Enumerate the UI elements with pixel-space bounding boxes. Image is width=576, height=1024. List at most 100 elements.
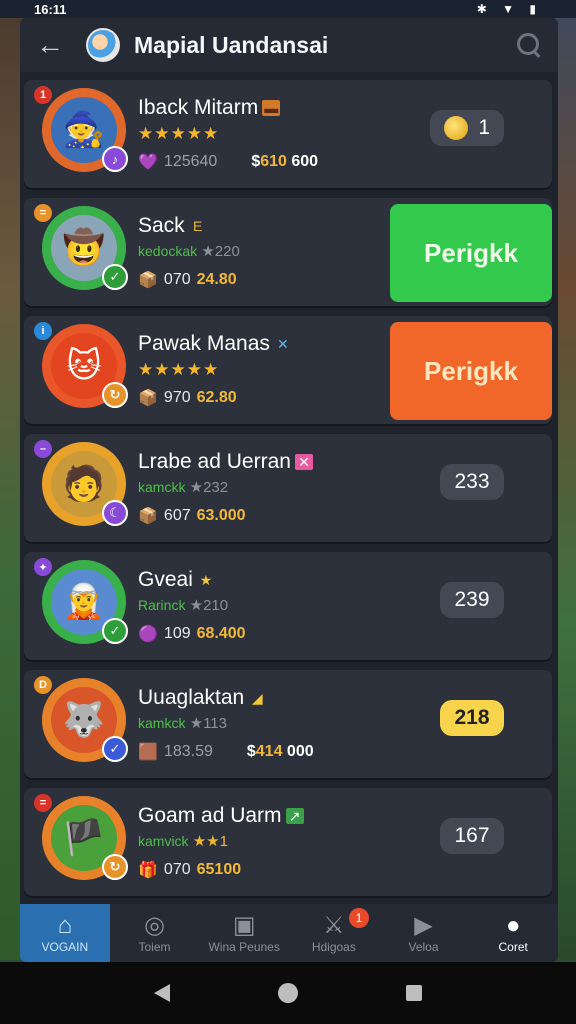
score-pill[interactable]: 218	[440, 700, 504, 736]
player-name: Sack E	[138, 214, 207, 238]
status-icons: ✱ ▼ ▮	[476, 2, 542, 16]
check-badge-icon: ✓	[102, 618, 128, 644]
coin-count-pill[interactable]: 1	[430, 110, 504, 146]
class-badge-icon: ♪	[102, 146, 128, 172]
system-nav-bar	[0, 962, 576, 1024]
score-pill[interactable]: 239	[440, 582, 504, 618]
search-icon[interactable]	[516, 32, 542, 58]
player-name: Goam ad Uarm ↗	[138, 804, 304, 828]
tab-label: Hdigoas	[311, 940, 356, 954]
score-pill[interactable]: 233	[440, 464, 504, 500]
player-tag-icon: ✕	[277, 335, 289, 352]
player-stats: 🟫 183.59 $414 000	[138, 742, 314, 762]
back-arrow-icon[interactable]: ←	[36, 29, 70, 61]
tab-vogain[interactable]: ⌂ VOGAIN	[20, 904, 110, 962]
player-name: Gveai ★	[138, 568, 215, 592]
avatar: 🐺 ✓	[42, 678, 128, 762]
player-tag-icon: E	[193, 218, 203, 234]
tab-label: Wina Peunes	[208, 940, 280, 954]
stat-count: 070	[163, 271, 191, 288]
tab-label: Veloa	[408, 940, 439, 954]
rank-badge: D	[34, 676, 52, 694]
stat-count: 070	[163, 861, 191, 878]
header: ← Mapial Uandansai	[20, 18, 558, 72]
treasure-icon: 📦	[138, 272, 158, 289]
tab-label: Toiem	[138, 940, 171, 954]
player-stats: 💜 125640 $610 600	[138, 152, 318, 172]
avatar: 🧙 ♪	[42, 88, 128, 172]
page-title: Mapial Uandansai	[134, 31, 329, 58]
stat-count: 183.59	[163, 743, 213, 760]
avatar: 🤠 ✓	[42, 206, 128, 290]
tab-hdigoas[interactable]: ⚔ 1 Hdigoas	[289, 904, 379, 962]
tab-coret[interactable]: ● Coret	[468, 904, 558, 962]
stat-value: 65100	[196, 861, 242, 878]
nav-back-icon[interactable]	[154, 984, 170, 1002]
list-item[interactable]: – 🧑 ☾ Lrabe ad Uerran ✕ kamckk ★232 📦 607…	[24, 434, 552, 542]
list-item[interactable]: 1 🧙 ♪ Iback Mitarm ▬ ★★★★★ 💜 125640 $610 …	[24, 80, 552, 188]
score-pill[interactable]: 167	[440, 818, 504, 854]
gift-icon: 🎁	[138, 862, 158, 879]
bottom-tab-bar: ⌂ VOGAIN ◎ Toiem ▣ Wina Peunes ⚔ 1 Hdigo…	[20, 904, 558, 962]
player-name: Pawak Manas ✕	[138, 332, 292, 356]
check-badge-icon: ✓	[102, 264, 128, 290]
class-badge-icon: ☾	[102, 500, 128, 526]
rank-badge: =	[34, 204, 52, 222]
rank-badge: 1	[34, 86, 52, 104]
puzzle-icon: ▣	[232, 912, 256, 939]
stat-value: 62.80	[196, 389, 237, 406]
status-time: 16:11	[34, 1, 67, 17]
notification-badge: 1	[349, 908, 370, 928]
class-badge-icon: ↻	[102, 382, 128, 408]
player-handle-rating: kedockak ★220	[138, 243, 240, 260]
player-handle-rating: kamckk ★232	[138, 479, 229, 496]
player-name: Uuaglaktan ◢	[138, 686, 266, 710]
tab-label: VOGAIN	[41, 940, 89, 954]
list-item[interactable]: = 🤠 ✓ Sack E kedockak ★220 📦 070 24.80 Pe…	[24, 198, 552, 306]
money-value: $610 600	[251, 153, 319, 170]
stat-count: 607	[163, 507, 191, 524]
home-icon: ⌂	[57, 912, 73, 939]
coin-icon	[444, 116, 469, 140]
player-tag-icon: ◢	[251, 689, 263, 706]
status-bar: 16:11 ✱ ▼ ▮	[0, 0, 576, 18]
gem-icon: 🟣	[138, 626, 158, 643]
profile-icon: ●	[505, 912, 521, 939]
leaderboard-panel: ← Mapial Uandansai 1 🧙 ♪ Iback Mitarm ▬ ★…	[20, 18, 558, 962]
globe-icon: ◎	[144, 912, 165, 939]
player-tag-icon: ▬	[262, 100, 281, 116]
tab-veloa[interactable]: ▶ Veloa	[379, 904, 469, 962]
nav-recents-icon[interactable]	[406, 985, 422, 1001]
list-item[interactable]: D 🐺 ✓ Uuaglaktan ◢ kamkck ★113 🟫 183.59 $…	[24, 670, 552, 778]
app-logo	[86, 28, 120, 62]
player-stats: 📦 607 63.000	[138, 506, 246, 526]
swords-icon: ⚔	[323, 912, 345, 939]
player-stats: 🎁 070 65100	[138, 860, 241, 880]
challenge-button[interactable]: Perigkk	[390, 204, 552, 302]
gem-icon: 💜	[138, 154, 158, 171]
stat-count: 109	[163, 625, 191, 642]
stat-value: 24.80	[196, 271, 237, 288]
avatar: 🧑 ☾	[42, 442, 128, 526]
player-handle-rating: kamkck ★113	[138, 715, 227, 732]
list-item[interactable]: ✦ 🧝 ✓ Gveai ★ Rarinck ★210 🟣 109 68.400 2…	[24, 552, 552, 660]
avatar: 🏴 ↻	[42, 796, 128, 880]
player-handle-rating: kamvick ★★1	[138, 833, 228, 850]
challenge-button[interactable]: Perigkk	[390, 322, 552, 420]
rank-badge: i	[34, 322, 52, 340]
list-item[interactable]: = 🏴 ↻ Goam ad Uarm ↗ kamvick ★★1 🎁 070 65…	[24, 788, 552, 896]
stat-count: 125640	[163, 153, 218, 170]
rank-badge: ✦	[34, 558, 52, 576]
list-item[interactable]: i 🐱 ↻ Pawak Manas ✕ ★★★★★ 📦 970 62.80 Per…	[24, 316, 552, 424]
player-stats: 📦 970 62.80	[138, 388, 237, 408]
tab-toiem[interactable]: ◎ Toiem	[110, 904, 200, 962]
player-handle-rating: Rarinck ★210	[138, 597, 229, 614]
stat-value: 68.400	[196, 625, 246, 642]
avatar: 🐱 ↻	[42, 324, 128, 408]
nav-home-icon[interactable]	[278, 983, 298, 1003]
tab-wina-peunes[interactable]: ▣ Wina Peunes	[199, 904, 289, 962]
rank-badge: =	[34, 794, 52, 812]
stat-count: 970	[163, 389, 191, 406]
rank-badge: –	[34, 440, 52, 458]
class-badge-icon: ✓	[102, 736, 128, 762]
